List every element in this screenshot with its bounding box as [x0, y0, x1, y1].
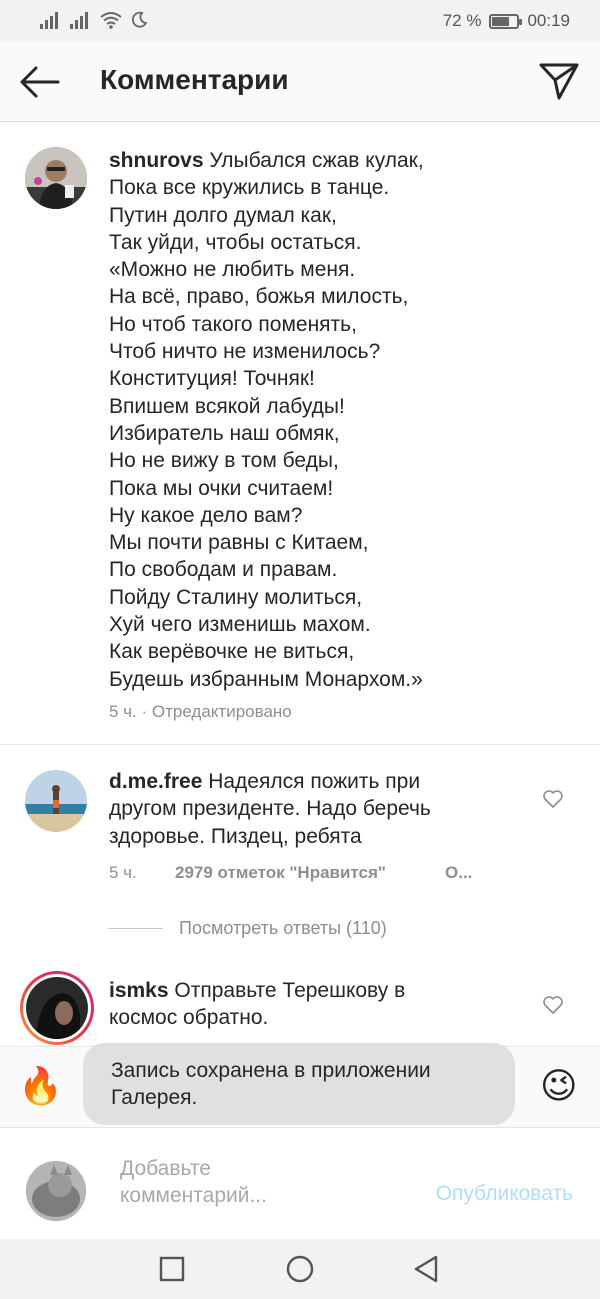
wifi-icon [100, 12, 122, 29]
comment-d-me-free: d.me.free Надеялся пожить при другом пре… [0, 745, 600, 915]
comment-meta: 5 ч. · Отредактировано [109, 702, 292, 722]
view-replies[interactable]: Посмотреть ответы (110) [108, 918, 387, 939]
page-title: Комментарии [100, 64, 289, 95]
avatar-image [25, 147, 87, 209]
like-heart-icon[interactable] [542, 789, 564, 809]
system-nav-bar [0, 1239, 600, 1299]
comment-ismks: ismks Отправьте Терешкову в космос обрат… [0, 955, 600, 1045]
signal-icon [40, 11, 62, 29]
battery-percent: 72 % [442, 11, 482, 30]
comment-input[interactable]: Добавьте комментарий... [120, 1155, 320, 1209]
comment-meta: 5 ч. 2979 отметок "Нравится" О... [109, 863, 472, 883]
comment-body: Улыбался сжав кулак, Пока все кружились … [109, 149, 424, 691]
clock: 00:19 [527, 11, 570, 30]
status-bar: 72 % 00:19 [0, 0, 600, 42]
my-avatar [26, 1161, 86, 1221]
battery-fill [492, 16, 510, 26]
publish-button[interactable]: Опубликовать [436, 1182, 573, 1206]
home-icon[interactable] [284, 1253, 316, 1285]
comment-time: 5 ч. [109, 863, 137, 882]
replies-line [108, 928, 163, 929]
comment-username[interactable]: shnurovs [109, 149, 204, 172]
toast-text: Запись сохранена в приложении Галерея. [111, 1059, 431, 1109]
like-heart-icon[interactable] [542, 995, 564, 1015]
view-replies-label: Посмотреть ответы (110) [179, 918, 387, 938]
reply-button[interactable]: О... [445, 863, 472, 883]
status-icons-left [40, 11, 148, 29]
recent-apps-icon[interactable] [156, 1253, 188, 1285]
comment-text: d.me.free Надеялся пожить при другом пре… [109, 768, 431, 850]
avatar-image [26, 977, 88, 1039]
comment-time: 5 ч. [109, 702, 137, 721]
toast-message: Запись сохранена в приложении Галерея. [83, 1043, 515, 1125]
avatar-story-ring[interactable] [20, 971, 94, 1045]
comment-username[interactable]: d.me.free [109, 770, 202, 793]
header: Комментарии [0, 42, 600, 122]
status-icons-right: 72 % 00:19 [443, 11, 570, 31]
emoji-wink[interactable]: 😉 [540, 1065, 578, 1107]
emoji-fire[interactable]: 🔥 [18, 1065, 63, 1107]
edited-label: · Отредактировано [136, 702, 292, 721]
back-icon[interactable] [410, 1253, 442, 1285]
comment-username[interactable]: ismks [109, 979, 169, 1002]
comment-text: ismks Отправьте Терешкову в космос обрат… [109, 977, 405, 1032]
comment-text: shnurovs Улыбался сжав кулак, Пока все к… [109, 147, 424, 693]
avatar[interactable] [25, 147, 87, 209]
moon-icon [131, 11, 148, 28]
comment-input-row: Добавьте комментарий... Опубликовать [0, 1129, 600, 1239]
direct-send-icon[interactable] [538, 60, 580, 102]
avatar-image [26, 1161, 86, 1221]
likes-count[interactable]: 2979 отметок "Нравится" [175, 863, 445, 883]
avatar-image [25, 770, 87, 832]
avatar[interactable] [25, 770, 87, 832]
signal-icon-2 [70, 11, 92, 29]
comment-shnurovs: shnurovs Улыбался сжав кулак, Пока все к… [0, 122, 600, 744]
battery-icon [489, 13, 523, 29]
back-arrow-icon[interactable] [18, 62, 62, 102]
